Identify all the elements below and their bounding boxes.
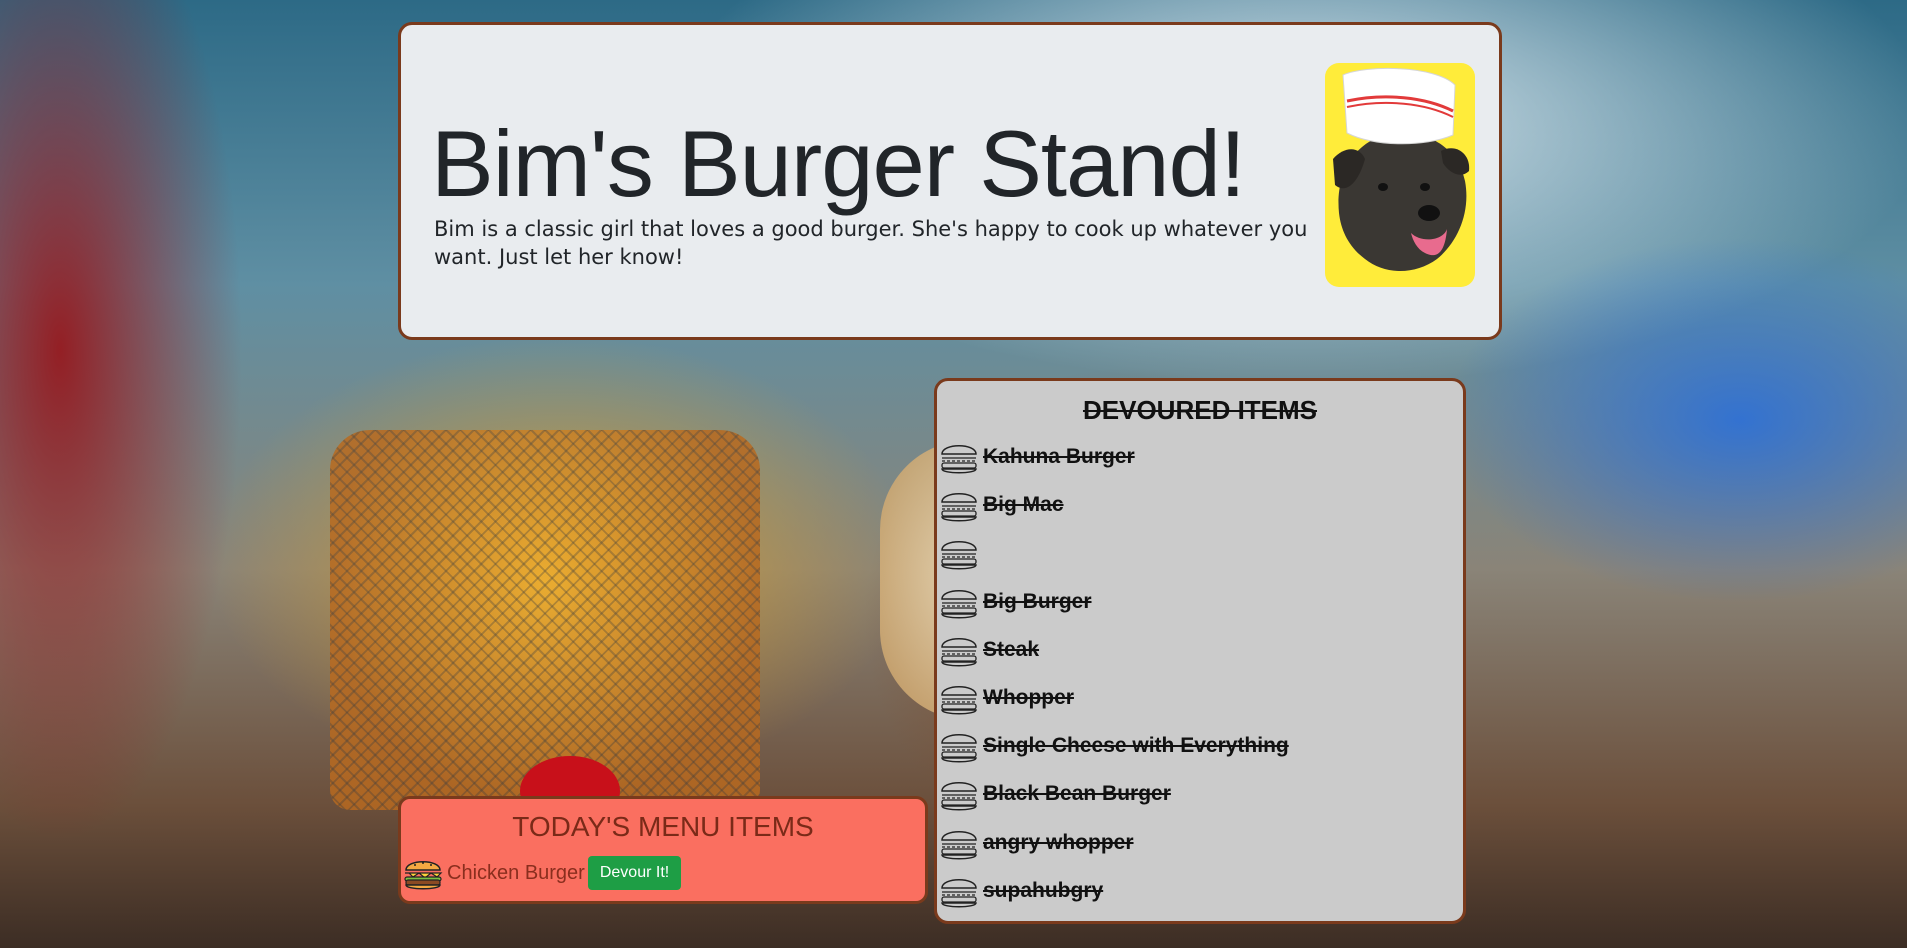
- devoured-item-name: Single Cheese with Everything: [983, 734, 1289, 758]
- devoured-item: Kahuna Burger: [939, 433, 1289, 481]
- devoured-item: supahubgry: [939, 867, 1289, 915]
- devoured-item: Black Bean Burger: [939, 770, 1289, 818]
- burger-outline-icon: [941, 589, 977, 619]
- devoured-item: Big Burger: [939, 578, 1289, 626]
- page-description: Bim is a classic girl that loves a good …: [434, 217, 1308, 269]
- devoured-item-name: Black Bean Burger: [983, 782, 1171, 806]
- devoured-items-panel: DEVOURED ITEMS Kahuna Burger Big Mac Big B…: [934, 378, 1466, 924]
- devoured-item-name: Big Mac: [983, 493, 1064, 517]
- menu-item: Chicken Burger Devour It!: [403, 853, 682, 893]
- bim-dog-photo: [1325, 63, 1475, 287]
- devoured-item: Whopper: [939, 674, 1289, 722]
- burger-outline-icon: [941, 541, 977, 570]
- devoured-item: Steak: [939, 626, 1289, 674]
- devoured-item-name: angry whopper: [983, 830, 1134, 854]
- devour-it-button[interactable]: Devour It!: [587, 856, 682, 890]
- devoured-item-name: Whopper: [983, 686, 1074, 710]
- devoured-heading: DEVOURED ITEMS: [1082, 395, 1318, 425]
- burger-outline-icon: [941, 830, 977, 860]
- background-fries-basket: [330, 430, 760, 810]
- devoured-item: Single Cheese with Everything: [939, 722, 1289, 770]
- burger-outline-icon: [941, 445, 977, 474]
- devoured-item-name: Steak: [983, 637, 1040, 661]
- burger-outline-icon: [941, 686, 977, 715]
- burger-icon: [404, 861, 443, 890]
- menu-item-name: Chicken Burger: [447, 861, 585, 884]
- burger-outline-icon: [941, 878, 977, 908]
- dog-with-chef-hat-icon: [1333, 67, 1470, 271]
- page-title: Bim's Burger Stand!: [431, 111, 1246, 216]
- todays-menu-panel: TODAY'S MENU ITEMS Chicken Burger Devour…: [398, 796, 928, 904]
- devoured-item: [939, 529, 1289, 577]
- devoured-item: angry whopper: [939, 819, 1289, 867]
- header-jumbotron: Bim's Burger Stand! Bim is a classic gir…: [398, 22, 1502, 340]
- devoured-item-name: Kahuna Burger: [983, 445, 1135, 469]
- burger-outline-icon: [941, 493, 977, 522]
- devoured-item: Big Mac: [939, 481, 1289, 529]
- devoured-item-name: Big Burger: [983, 589, 1092, 613]
- burger-outline-icon: [941, 782, 977, 811]
- burger-outline-icon: [941, 734, 977, 763]
- devoured-list: Kahuna Burger Big Mac Big Burger Steak Whopp…: [939, 433, 1289, 915]
- devoured-item-name: supahubgry: [983, 878, 1104, 902]
- burger-outline-icon: [941, 637, 977, 667]
- menu-heading: TODAY'S MENU ITEMS: [512, 811, 814, 842]
